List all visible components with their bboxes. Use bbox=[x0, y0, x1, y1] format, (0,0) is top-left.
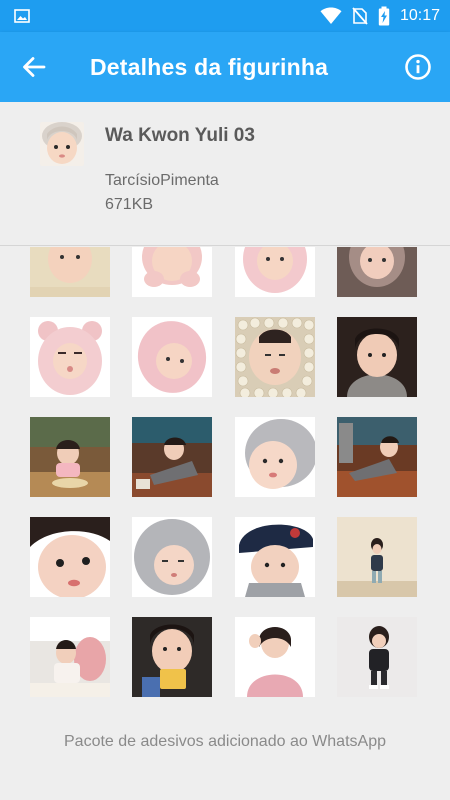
sticker-dark-background[interactable] bbox=[337, 317, 417, 397]
image-icon bbox=[14, 9, 30, 23]
sticker-restaurant-yawn[interactable] bbox=[132, 417, 212, 497]
sticker-face-beans[interactable] bbox=[235, 317, 315, 397]
sticker-brown-knit[interactable] bbox=[337, 247, 417, 297]
sticker-bear-hood[interactable] bbox=[30, 317, 110, 397]
sticker-restaurant-stretch[interactable] bbox=[337, 417, 417, 497]
info-icon[interactable] bbox=[404, 53, 432, 81]
sticker-snack-eating[interactable] bbox=[132, 617, 212, 697]
sticker-beige-hood[interactable] bbox=[30, 247, 110, 297]
wifi-icon bbox=[320, 7, 342, 24]
battery-charging-icon bbox=[378, 6, 390, 26]
sticker-navy-cap[interactable] bbox=[235, 517, 315, 597]
sticker-gray-hood-closeup[interactable] bbox=[235, 417, 315, 497]
status-bar: 10:17 bbox=[0, 0, 450, 32]
page-title: Detalhes da figurinha bbox=[90, 54, 329, 80]
sticker-pink-face-hands[interactable] bbox=[132, 247, 212, 297]
sticker-pink-hood-tilt[interactable] bbox=[132, 317, 212, 397]
pack-publisher: TarcísioPimenta bbox=[105, 172, 219, 189]
clock: 10:17 bbox=[399, 7, 440, 24]
sticker-restaurant-table[interactable] bbox=[30, 417, 110, 497]
pack-name: Wa Kwon Yuli 03 bbox=[105, 125, 255, 146]
sticker-pink-chair[interactable] bbox=[30, 617, 110, 697]
tray-icon bbox=[40, 122, 84, 166]
sticker-pink-hood[interactable] bbox=[235, 247, 315, 297]
sticker-black-jacket[interactable] bbox=[337, 617, 417, 697]
sticker-pink-jacket-pose[interactable] bbox=[235, 617, 315, 697]
pack-size: 671KB bbox=[105, 196, 154, 213]
added-to-whatsapp-message: Pacote de adesivos adicionado ao WhatsAp… bbox=[64, 733, 386, 750]
app-bar: Detalhes da figurinha bbox=[0, 32, 450, 102]
no-sim-icon bbox=[352, 7, 368, 25]
sticker-grid bbox=[0, 247, 450, 712]
sticker-standing-wall[interactable] bbox=[337, 517, 417, 597]
arrow-back-icon[interactable] bbox=[20, 53, 48, 81]
sticker-face-closeup[interactable] bbox=[30, 517, 110, 597]
sticker-gray-hood[interactable] bbox=[132, 517, 212, 597]
